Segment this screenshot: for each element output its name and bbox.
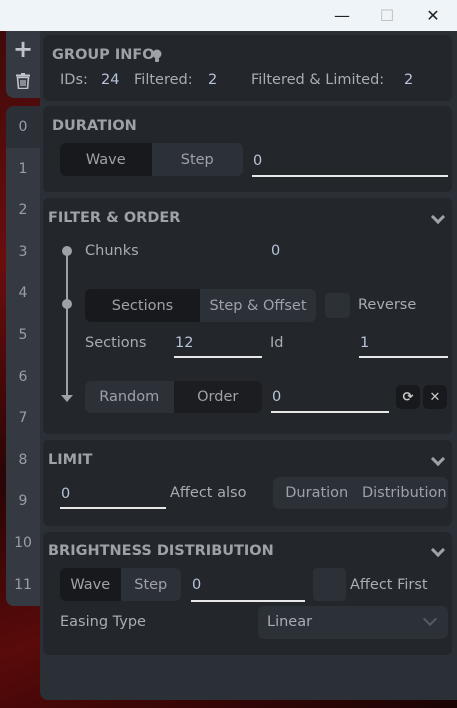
ids-label: IDs:	[60, 72, 88, 88]
affect-also-toggle: Duration Distribution	[273, 477, 448, 509]
close-icon[interactable]: ✕	[423, 385, 447, 409]
group-item[interactable]: 2	[6, 189, 40, 231]
add-icon[interactable]: +	[6, 35, 40, 63]
sections-label: Sections	[85, 335, 147, 351]
reverse-label: Reverse	[358, 297, 417, 313]
group-item[interactable]: 4	[6, 272, 40, 314]
group-item[interactable]: 11	[6, 564, 40, 606]
group-item[interactable]: 10	[6, 522, 40, 564]
duration-card: DURATION Wave Step 0	[43, 106, 452, 192]
arrow-down-icon	[61, 395, 73, 402]
brightness-wave-button[interactable]: Wave	[60, 568, 121, 601]
brightness-mode-toggle: Wave Step	[60, 568, 181, 601]
group-info-title: GROUP INFO	[52, 47, 155, 63]
group-item[interactable]: 6	[6, 356, 40, 398]
minimize-button[interactable]: —	[322, 0, 362, 31]
order-seed-input[interactable]: 0	[271, 383, 389, 413]
chevron-down-icon	[422, 611, 438, 627]
duration-input[interactable]: 0	[252, 146, 448, 177]
order-button[interactable]: Order	[173, 381, 262, 413]
duration-wave-button[interactable]: Wave	[60, 143, 152, 176]
order-mode-toggle: Random Order	[85, 381, 262, 413]
filtered-value: 2	[208, 72, 218, 88]
filter-order-title: FILTER & ORDER	[48, 210, 181, 226]
maximize-button[interactable]: ☐	[367, 0, 407, 31]
filter-order-card: FILTER & ORDER Chunks 0 Sections Step & …	[43, 198, 452, 434]
reverse-checkbox[interactable]	[325, 293, 350, 318]
chevron-down-icon[interactable]	[430, 451, 446, 467]
ids-value: 24	[101, 72, 120, 88]
limit-title: LIMIT	[48, 452, 93, 468]
group-info-card: GROUP INFO IDs: 24 Filtered: 2 Filtered …	[43, 35, 452, 101]
timeline-dot	[62, 299, 72, 309]
group-item[interactable]: 1	[6, 148, 40, 190]
close-button[interactable]: ✕	[413, 0, 453, 31]
sidebar-actions: +	[6, 31, 40, 98]
brightness-input[interactable]: 0	[191, 570, 305, 602]
filter-mode-toggle: Sections Step & Offset	[85, 289, 316, 322]
group-item[interactable]: 7	[6, 397, 40, 439]
duration-title: DURATION	[52, 118, 137, 134]
brightness-step-button[interactable]: Step	[121, 568, 182, 601]
chevron-down-icon[interactable]	[430, 209, 446, 225]
affect-duration-button[interactable]: Duration	[273, 477, 361, 509]
random-button[interactable]: Random	[85, 381, 174, 413]
refresh-icon[interactable]: ⟳	[396, 385, 420, 409]
timeline-line	[66, 251, 68, 398]
group-item[interactable]: 5	[6, 314, 40, 356]
brightness-card: BRIGHTNESS DISTRIBUTION Wave Step 0 Affe…	[43, 532, 452, 655]
id-label: Id	[270, 335, 284, 351]
duration-mode-toggle: Wave Step	[60, 143, 243, 176]
lightbulb-icon[interactable]	[152, 49, 162, 63]
step-offset-mode-button[interactable]: Step & Offset	[200, 289, 316, 322]
chevron-down-icon[interactable]	[430, 542, 446, 558]
brightness-title: BRIGHTNESS DISTRIBUTION	[48, 543, 274, 559]
group-item[interactable]: 8	[6, 439, 40, 481]
chunks-value: 0	[271, 243, 281, 259]
id-input[interactable]: 1	[359, 330, 448, 358]
sections-input[interactable]: 12	[174, 330, 262, 358]
sections-mode-button[interactable]: Sections	[85, 289, 200, 322]
group-item[interactable]: 3	[6, 231, 40, 273]
easing-type-dropdown[interactable]: Linear	[258, 606, 448, 639]
group-list: 0 1 2 3 4 5 6 7 8 9 10 11	[6, 106, 40, 606]
group-item[interactable]: 9	[6, 480, 40, 522]
limit-input[interactable]: 0	[60, 480, 166, 509]
filtered-limited-label: Filtered & Limited:	[251, 72, 385, 88]
affect-distribution-button[interactable]: Distribution	[361, 477, 449, 509]
trash-icon[interactable]	[16, 73, 30, 89]
easing-type-label: Easing Type	[60, 614, 146, 630]
duration-step-button[interactable]: Step	[152, 143, 244, 176]
filtered-label: Filtered:	[134, 72, 193, 88]
limit-card: LIMIT 0 Affect also Duration Distributio…	[43, 440, 452, 526]
affect-first-checkbox[interactable]	[313, 568, 346, 601]
group-item[interactable]: 0	[6, 106, 40, 148]
affect-first-label: Affect First	[350, 577, 428, 593]
chunks-label: Chunks	[85, 243, 139, 259]
affect-also-label: Affect also	[170, 485, 247, 501]
easing-type-value: Linear	[267, 614, 313, 630]
timeline-dot	[62, 246, 72, 256]
filtered-limited-value: 2	[404, 72, 414, 88]
